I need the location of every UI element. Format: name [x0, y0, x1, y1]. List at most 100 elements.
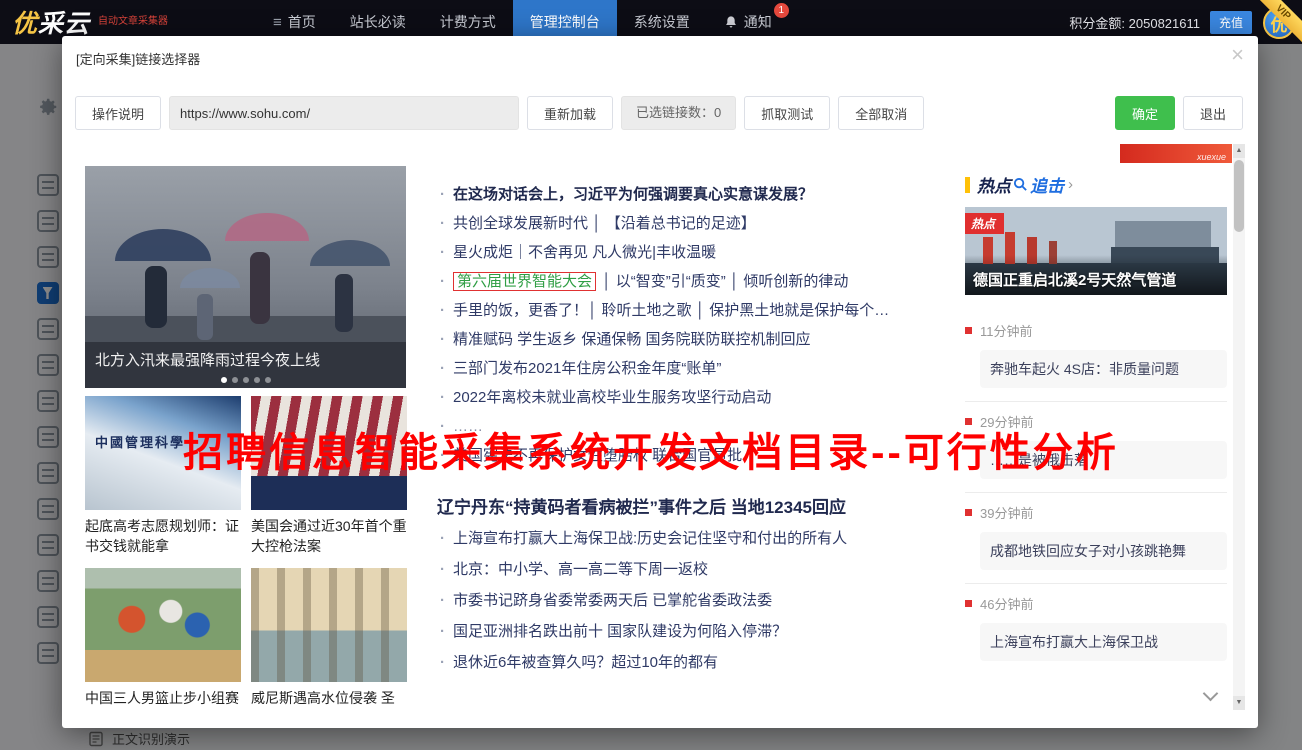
news-link[interactable]: 精准赋码 学生返乡 保通保畅 国务院联防联控机制回应 [437, 325, 945, 354]
thumbnail-caption: 起底高考志愿规划师：证书交钱就能拿 [85, 516, 241, 556]
cancel-all-button[interactable]: 全部取消 [838, 96, 924, 130]
scroll-down-arrow[interactable]: ▼ [1233, 696, 1245, 710]
hotspot-item-title: 奔驰车起火 4S店：非质量问题 [980, 350, 1227, 388]
news-link[interactable]: 国足亚洲排名跌出前十 国家队建设为何陷入停滞？ [437, 616, 945, 647]
hero-carousel[interactable]: 北方入汛来最强降雨过程今夜上线 [85, 166, 406, 388]
news-link[interactable]: 2022年离校未就业高校毕业生服务攻坚行动启动 [437, 383, 945, 412]
thumbnail-image: 中國管理科學 [85, 396, 241, 510]
yellow-bar-icon [965, 177, 970, 193]
thumbnail-story[interactable]: 美国会通过近30年首个重大控枪法案 [251, 396, 407, 556]
news-link-text: 上海宣布打赢大上海保卫战:历史会记住坚守和付出的所有人 [453, 530, 847, 547]
exit-button[interactable]: 退出 [1183, 96, 1243, 130]
hot-badge: 热点 [965, 213, 1004, 234]
brand-name: 优采云 [12, 4, 90, 40]
thumbnail-story[interactable]: 中国三人男篮止步小组赛 [85, 568, 241, 708]
news-link[interactable]: …… [437, 412, 945, 441]
news-link[interactable]: 星火成炬｜不舍再见 凡人微光|丰收温暖 [437, 238, 945, 267]
news-link[interactable]: 共创全球发展新时代 │ 【沿着总书记的足迹】 [437, 209, 945, 238]
news-link[interactable]: 上海宣布打赢大上海保卫战:历史会记住坚守和付出的所有人 [437, 523, 945, 554]
promo-banner-fragment: xuexue [1120, 144, 1232, 163]
hotspot-item[interactable]: 39分钟前 成都地铁回应女子对小孩跳艳舞 [965, 492, 1227, 570]
news-link-text: 市委书记跻身省委常委两天后 已掌舵省委政法委 [453, 592, 772, 609]
news-link-text: 北京：中小学、高一高二等下周一返校 [453, 561, 708, 578]
hotspot-item-time: 46分钟前 [980, 594, 1033, 613]
news-link-text: …… [453, 418, 483, 435]
selected-link-rest: │ 以“智变”引“质变” │ 倾听创新的律动 [598, 273, 848, 290]
news-link[interactable]: 美国宪法不再保护女性堕胎权 联合国官员批 [437, 441, 945, 470]
nav-system-settings-label: 系统设置 [634, 12, 690, 32]
hotspot-item-time-row: 29分钟前 [965, 412, 1227, 431]
news-link-selected-row[interactable]: 第六届世界智能大会 │ 以“智变”引“质变” │ 倾听创新的律动 [437, 267, 945, 296]
app-root: 优采云 自动文章采集器 ≡ 首页 站长必读 计费方式 管理控制台 系统设置 通知… [0, 0, 1302, 750]
thumbnail-caption: 美国会通过近30年首个重大控枪法案 [251, 516, 407, 556]
featured-story[interactable]: 热点 德国正重启北溪2号天然气管道 [965, 207, 1227, 295]
news-link-text: 国足亚洲排名跌出前十 国家队建设为何陷入停滞？ [453, 623, 787, 640]
news-link[interactable]: 三部门发布2021年住房公积金年度“账单” [437, 354, 945, 383]
hotspot-item-time: 11分钟前 [980, 321, 1033, 340]
nav-admin-console-label: 管理控制台 [530, 12, 600, 32]
bell-icon [724, 15, 738, 30]
help-button[interactable]: 操作说明 [75, 96, 161, 130]
hotspot-item-time-row: 39分钟前 [965, 503, 1227, 522]
thumbnail-caption: 威尼斯遇高水位侵袭 圣 [251, 688, 407, 708]
chevron-down-icon[interactable] [1203, 686, 1219, 702]
carousel-dot[interactable] [265, 377, 271, 383]
hotspot-list: 11分钟前 奔驰车起火 4S店：非质量问题 29分钟前 ……是被俄击落 [965, 311, 1227, 661]
news-link[interactable]: 退休近6年被查算久吗？超过10年的都有 [437, 647, 945, 678]
brand-name-rest: 采云 [38, 10, 90, 38]
nav-home-label: 首页 [288, 12, 316, 32]
url-input[interactable] [169, 96, 519, 130]
carousel-dot[interactable] [254, 377, 260, 383]
hotspot-item[interactable]: 11分钟前 奔驰车起火 4S店：非质量问题 [965, 311, 1227, 388]
credits-amount: 积分金额: 2050821611 [1069, 13, 1200, 32]
brand-name-first: 优 [12, 10, 38, 38]
hero-caption-bar: 北方入汛来最强降雨过程今夜上线 [85, 342, 406, 388]
news-link-text: 退休近6年被查算久吗？超过10年的都有 [453, 654, 718, 671]
thumbnail-image [251, 396, 407, 510]
carousel-dot[interactable] [243, 377, 249, 383]
news-link[interactable]: 北京：中小学、高一高二等下周一返校 [437, 554, 945, 585]
hotspot-header[interactable]: 热点 追击 › [965, 172, 1227, 197]
thumbnail-image [85, 568, 241, 682]
crawl-test-button[interactable]: 抓取测试 [744, 96, 830, 130]
nav-notifications-label: 通知 [744, 12, 772, 32]
thumbnail-image-text: 中國管理科學 [95, 432, 185, 451]
news-link-text: 在这场对话会上，习近平为何强调要真心实意谋发展？ [453, 186, 813, 203]
carousel-dot[interactable] [221, 377, 227, 383]
target-page-preview: xuexue 北方入汛来最强降雨过程今夜上线 [75, 144, 1245, 710]
red-square-bullet-icon [965, 418, 972, 425]
news-link-text: 精准赋码 学生返乡 保通保畅 国务院联防联控机制回应 [453, 331, 811, 348]
preview-scrollbar[interactable]: ▲ ▼ [1233, 144, 1245, 710]
reload-button[interactable]: 重新加载 [527, 96, 613, 130]
hotspot-item[interactable]: 46分钟前 上海宣布打赢大上海保卫战 [965, 583, 1227, 661]
news-link[interactable]: 手里的饭，更香了！│ 聆听土地之歌 │ 保护黑土地就是保护每个… [437, 296, 945, 325]
scroll-thumb[interactable] [1234, 160, 1244, 232]
thumbnail-image [251, 568, 407, 682]
news-link[interactable]: 辽宁丹东“持黄码者看病被拦”事件之后 当地12345回应 [437, 492, 945, 523]
hamburger-icon: ≡ [273, 14, 282, 31]
news-link[interactable]: 市委书记跻身省委常委两天后 已掌舵省委政法委 [437, 585, 945, 616]
chevron-right-icon: › [1068, 176, 1073, 193]
carousel-dots [221, 377, 271, 383]
hotspot-title-left: 热点 [977, 172, 1011, 197]
thumbnail-story[interactable]: 威尼斯遇高水位侵袭 圣 [251, 568, 407, 708]
selected-link-highlight[interactable]: 第六届世界智能大会 [453, 272, 596, 291]
confirm-button[interactable]: 确定 [1115, 96, 1175, 130]
thumbnail-story[interactable]: 中國管理科學 起底高考志愿规划师：证书交钱就能拿 [85, 396, 241, 556]
close-icon[interactable]: × [1231, 44, 1244, 66]
hotspot-item-time-row: 11分钟前 [965, 321, 1227, 340]
carousel-dot[interactable] [232, 377, 238, 383]
dialog-header: [定向采集]链接选择器 × [62, 36, 1258, 76]
news-link-text: 美国宪法不再保护女性堕胎权 联合国官员批 [453, 447, 742, 464]
news-link-text: 共创全球发展新时代 │ 【沿着总书记的足迹】 [453, 215, 756, 232]
selected-links-count: 已选链接数：0 [621, 96, 736, 130]
brand-tagline: 自动文章采集器 [98, 16, 168, 28]
recharge-button[interactable]: 充值 [1210, 11, 1252, 34]
news-link[interactable]: 在这场对话会上，习近平为何强调要真心实意谋发展？ [437, 180, 945, 209]
nav-webmaster-read-label: 站长必读 [350, 12, 406, 32]
magnifier-icon [1013, 177, 1028, 192]
hotspot-item[interactable]: 29分钟前 ……是被俄击落 [965, 401, 1227, 479]
notification-badge: 1 [774, 3, 789, 18]
thumbnail-caption: 中国三人男篮止步小组赛 [85, 688, 241, 708]
scroll-up-arrow[interactable]: ▲ [1233, 144, 1245, 158]
